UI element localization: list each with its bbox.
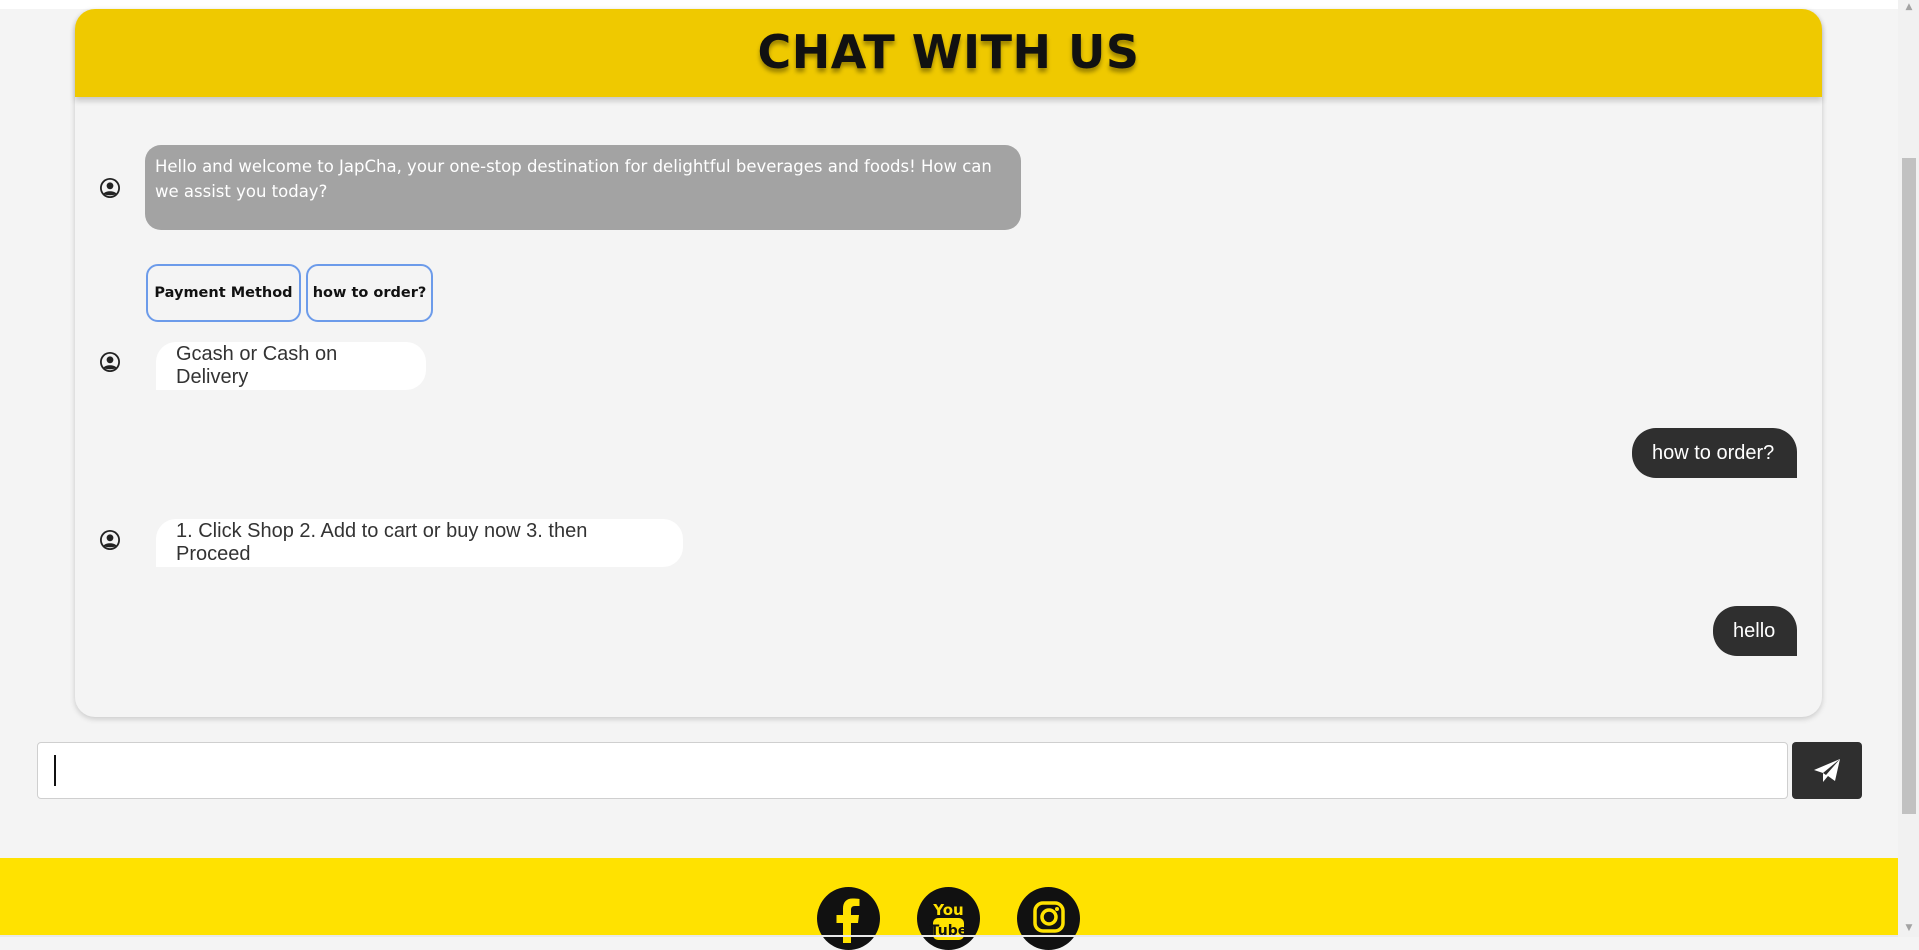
send-button[interactable]: [1792, 742, 1862, 799]
bot-avatar-icon: [100, 178, 120, 198]
scroll-up-arrow-icon[interactable]: ▲: [1902, 0, 1916, 14]
user-message: hello: [1713, 606, 1797, 656]
chat-header: CHAT WITH US: [75, 9, 1822, 97]
bot-avatar-icon: [100, 352, 120, 372]
quick-reply-payment-method[interactable]: Payment Method: [146, 264, 301, 322]
text-caret: [54, 755, 56, 786]
svg-text:You: You: [932, 901, 963, 919]
chat-title: CHAT WITH US: [757, 25, 1140, 79]
message-input[interactable]: [37, 742, 1788, 799]
bot-message: 1. Click Shop 2. Add to cart or buy now …: [156, 519, 683, 567]
facebook-icon: [836, 898, 860, 943]
bot-avatar-icon: [100, 530, 120, 550]
youtube-link[interactable]: You Tube: [917, 887, 980, 950]
bot-message: Gcash or Cash on Delivery: [156, 342, 426, 390]
top-strip: [0, 0, 1898, 9]
user-message: how to order?: [1632, 428, 1797, 478]
scrollbar-thumb[interactable]: [1902, 158, 1916, 814]
paper-plane-icon: [1814, 758, 1840, 782]
scroll-down-arrow-icon[interactable]: ▼: [1902, 921, 1916, 935]
facebook-link[interactable]: [817, 887, 880, 950]
quick-reply-how-to-order[interactable]: how to order?: [306, 264, 433, 322]
instagram-link[interactable]: [1017, 887, 1080, 950]
instagram-icon: [1033, 901, 1065, 933]
bot-welcome-message: Hello and welcome to JapCha, your one-st…: [145, 145, 1021, 230]
page: CHAT WITH US Hello and welcome to JapCha…: [0, 0, 1898, 950]
youtube-icon: You Tube: [930, 901, 967, 940]
